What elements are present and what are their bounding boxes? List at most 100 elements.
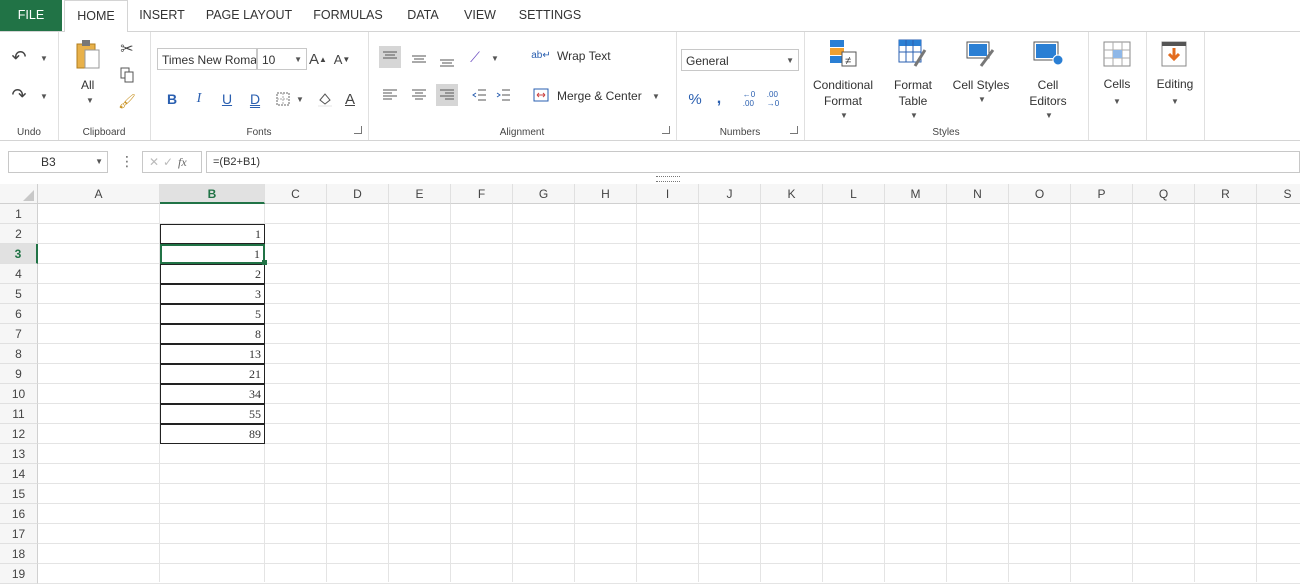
row-header-1[interactable]: 1 <box>0 204 38 224</box>
column-header-q[interactable]: Q <box>1133 184 1195 204</box>
tab-insert[interactable]: INSERT <box>134 0 190 31</box>
confirm-icon[interactable]: ✓ <box>163 152 173 172</box>
active-cell-b3[interactable]: 1 <box>160 244 265 264</box>
align-bottom-icon[interactable] <box>436 50 458 72</box>
fx-icon[interactable]: fx <box>178 152 187 172</box>
column-header-m[interactable]: M <box>885 184 947 204</box>
cell-b4[interactable]: 2 <box>160 264 265 284</box>
column-header-a[interactable]: A <box>38 184 160 204</box>
column-header-i[interactable]: I <box>637 184 699 204</box>
align-left-icon[interactable] <box>379 84 401 106</box>
cell-editors-dropdown-icon[interactable]: ▼ <box>1045 111 1053 120</box>
increase-decimal-icon[interactable]: ←0.00 <box>738 88 760 110</box>
row-header-14[interactable]: 14 <box>0 464 38 484</box>
wrap-text-icon[interactable]: ab↵ <box>530 44 552 66</box>
row-header-10[interactable]: 10 <box>0 384 38 404</box>
column-header-j[interactable]: J <box>699 184 761 204</box>
cut-icon[interactable]: ✂ <box>116 38 138 60</box>
percent-icon[interactable]: % <box>684 88 706 110</box>
cells-dropdown-icon[interactable]: ▼ <box>1113 97 1121 106</box>
merge-center-button[interactable]: Merge & Center <box>557 89 642 103</box>
fonts-launcher-icon[interactable] <box>354 126 362 134</box>
editing-button[interactable]: Editing <box>1146 76 1204 92</box>
column-header-n[interactable]: N <box>947 184 1009 204</box>
fill-handle[interactable] <box>262 260 267 265</box>
increase-font-icon[interactable]: A ▲ <box>307 48 329 70</box>
format-table-dropdown-icon[interactable]: ▼ <box>910 111 918 120</box>
font-color-icon[interactable]: A <box>339 88 361 110</box>
paste-dropdown-icon[interactable]: ▼ <box>86 96 94 105</box>
row-header-7[interactable]: 7 <box>0 324 38 344</box>
more-options-icon[interactable]: ⋮ <box>120 153 134 170</box>
row-header-15[interactable]: 15 <box>0 484 38 504</box>
align-right-icon[interactable] <box>436 84 458 106</box>
redo-dropdown-icon[interactable]: ▼ <box>40 92 48 101</box>
column-header-s[interactable]: S <box>1257 184 1300 204</box>
redo-icon[interactable]: ↷ <box>8 84 30 106</box>
wrap-text-button[interactable]: Wrap Text <box>557 49 611 63</box>
decrease-decimal-icon[interactable]: .00 →0 <box>762 88 784 110</box>
row-header-17[interactable]: 17 <box>0 524 38 544</box>
row-header-16[interactable]: 16 <box>0 504 38 524</box>
tab-formulas[interactable]: FORMULAS <box>306 0 390 31</box>
cancel-icon[interactable]: ✕ <box>149 152 159 172</box>
tab-home[interactable]: HOME <box>64 0 128 33</box>
row-header-9[interactable]: 9 <box>0 364 38 384</box>
row-header-4[interactable]: 4 <box>0 264 38 284</box>
align-center-icon[interactable] <box>408 84 430 106</box>
cell-b2[interactable]: 1 <box>160 224 265 244</box>
format-painter-icon[interactable]: 🖌 <box>116 90 138 112</box>
alignment-launcher-icon[interactable] <box>662 126 670 134</box>
name-box[interactable]: B3 ▼ <box>8 151 108 173</box>
conditional-format-dropdown-icon[interactable]: ▼ <box>840 111 848 120</box>
conditional-format-icon[interactable]: ≠ <box>828 38 858 71</box>
row-header-18[interactable]: 18 <box>0 544 38 564</box>
tab-file[interactable]: FILE <box>0 0 62 31</box>
formula-bar-resize-handle[interactable] <box>656 176 680 182</box>
undo-icon[interactable]: ↶ <box>8 46 30 68</box>
cell-b9[interactable]: 21 <box>160 364 265 384</box>
merge-center-dropdown-icon[interactable]: ▼ <box>652 92 660 101</box>
double-underline-icon[interactable]: D <box>244 88 266 110</box>
fill-color-icon[interactable] <box>314 88 336 110</box>
row-header-12[interactable]: 12 <box>0 424 38 444</box>
format-table-icon[interactable] <box>897 38 927 71</box>
tab-page-layout[interactable]: PAGE LAYOUT <box>200 0 298 31</box>
align-middle-icon[interactable] <box>408 48 430 70</box>
font-name-select[interactable]: Times New Roman <box>157 48 257 70</box>
bold-icon[interactable]: B <box>161 88 183 110</box>
column-header-k[interactable]: K <box>761 184 823 204</box>
editing-icon[interactable] <box>1160 40 1188 71</box>
column-header-g[interactable]: G <box>513 184 575 204</box>
decrease-font-icon[interactable]: A ▼ <box>331 48 353 70</box>
row-header-6[interactable]: 6 <box>0 304 38 324</box>
row-header-8[interactable]: 8 <box>0 344 38 364</box>
column-header-d[interactable]: D <box>327 184 389 204</box>
column-header-b[interactable]: B <box>160 184 265 204</box>
cell-styles-dropdown-icon[interactable]: ▼ <box>978 95 986 104</box>
row-header-2[interactable]: 2 <box>0 224 38 244</box>
align-top-icon[interactable] <box>379 46 401 68</box>
cells-button[interactable]: Cells <box>1088 76 1146 92</box>
borders-icon[interactable] <box>272 88 294 110</box>
borders-dropdown-icon[interactable]: ▼ <box>296 95 304 104</box>
select-all-corner[interactable] <box>0 184 38 204</box>
column-header-f[interactable]: F <box>451 184 513 204</box>
underline-icon[interactable]: U <box>216 88 238 110</box>
cell-b11[interactable]: 55 <box>160 404 265 424</box>
cell-editors-button[interactable]: Cell Editors <box>1018 77 1078 109</box>
column-header-h[interactable]: H <box>575 184 637 204</box>
comma-style-icon[interactable]: , <box>708 88 730 110</box>
row-header-5[interactable]: 5 <box>0 284 38 304</box>
editing-dropdown-icon[interactable]: ▼ <box>1171 97 1179 106</box>
column-header-o[interactable]: O <box>1009 184 1071 204</box>
paste-all-label[interactable]: All <box>81 78 94 92</box>
column-header-p[interactable]: P <box>1071 184 1133 204</box>
row-header-3[interactable]: 3 <box>0 244 38 264</box>
tab-view[interactable]: VIEW <box>456 0 504 31</box>
cell-b7[interactable]: 8 <box>160 324 265 344</box>
column-header-r[interactable]: R <box>1195 184 1257 204</box>
number-format-select[interactable]: General ▼ <box>681 49 799 71</box>
cell-b6[interactable]: 5 <box>160 304 265 324</box>
cells-icon[interactable] <box>1102 40 1132 71</box>
